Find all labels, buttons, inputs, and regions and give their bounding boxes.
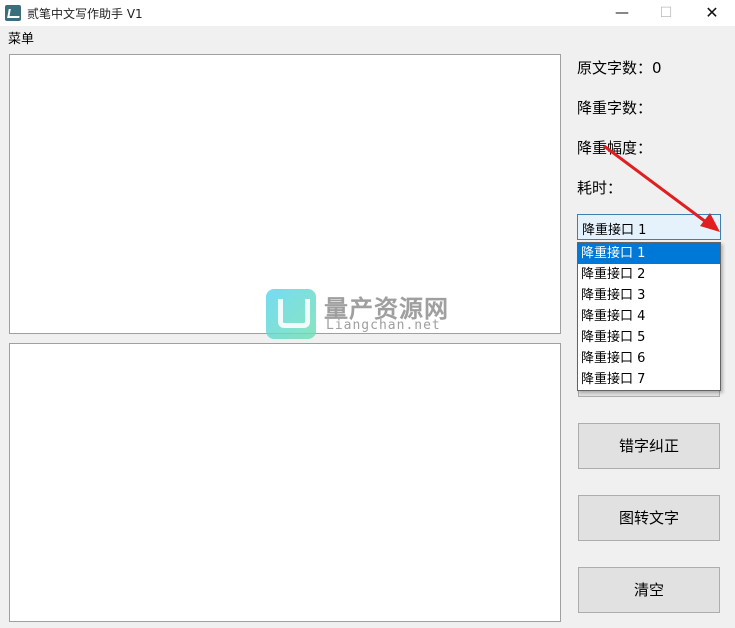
typo-correct-button[interactable]: 错字纠正 xyxy=(578,423,720,469)
close-button[interactable]: ✕ xyxy=(689,0,735,26)
api-option-4[interactable]: 降重接口 4 xyxy=(578,306,720,327)
window-title: 贰笔中文写作助手 V1 xyxy=(27,7,143,21)
api-option-1[interactable]: 降重接口 1 xyxy=(578,243,720,264)
elapsed-time-label: 耗时： xyxy=(577,179,623,197)
menu-item[interactable]: 菜单 xyxy=(8,28,34,47)
maximize-button[interactable]: ☐ xyxy=(643,0,689,26)
app-icon xyxy=(5,5,21,21)
api-option-7[interactable]: 降重接口 7 xyxy=(578,369,720,390)
chevron-down-icon[interactable]: ▾ xyxy=(709,220,714,231)
api-option-3[interactable]: 降重接口 3 xyxy=(578,285,720,306)
api-dropdown-list: 降重接口 1 降重接口 2 降重接口 3 降重接口 4 降重接口 5 降重接口 … xyxy=(577,242,721,391)
watermark: 量产资源网 Liangchan.net xyxy=(266,287,476,343)
minimize-button[interactable]: — xyxy=(599,0,645,26)
title-bar: 贰笔中文写作助手 V1 — ☐ ✕ xyxy=(0,0,735,26)
original-count-label: 原文字数：0 xyxy=(577,59,662,77)
clear-button[interactable]: 清空 xyxy=(578,567,720,613)
result-text-area[interactable] xyxy=(9,343,561,622)
api-option-2[interactable]: 降重接口 2 xyxy=(578,264,720,285)
menu-bar: 菜单 xyxy=(0,26,735,47)
api-select[interactable]: 降重接口 1 ▾ xyxy=(577,214,721,240)
api-option-5[interactable]: 降重接口 5 xyxy=(578,327,720,348)
watermark-logo-icon xyxy=(266,289,316,339)
reduced-count-label: 降重字数： xyxy=(577,99,653,117)
image-to-text-button[interactable]: 图转文字 xyxy=(578,495,720,541)
api-select-value: 降重接口 1 xyxy=(582,223,647,238)
api-option-6[interactable]: 降重接口 6 xyxy=(578,348,720,369)
reduction-rate-label: 降重幅度： xyxy=(577,139,653,157)
watermark-url: Liangchan.net xyxy=(326,318,441,333)
